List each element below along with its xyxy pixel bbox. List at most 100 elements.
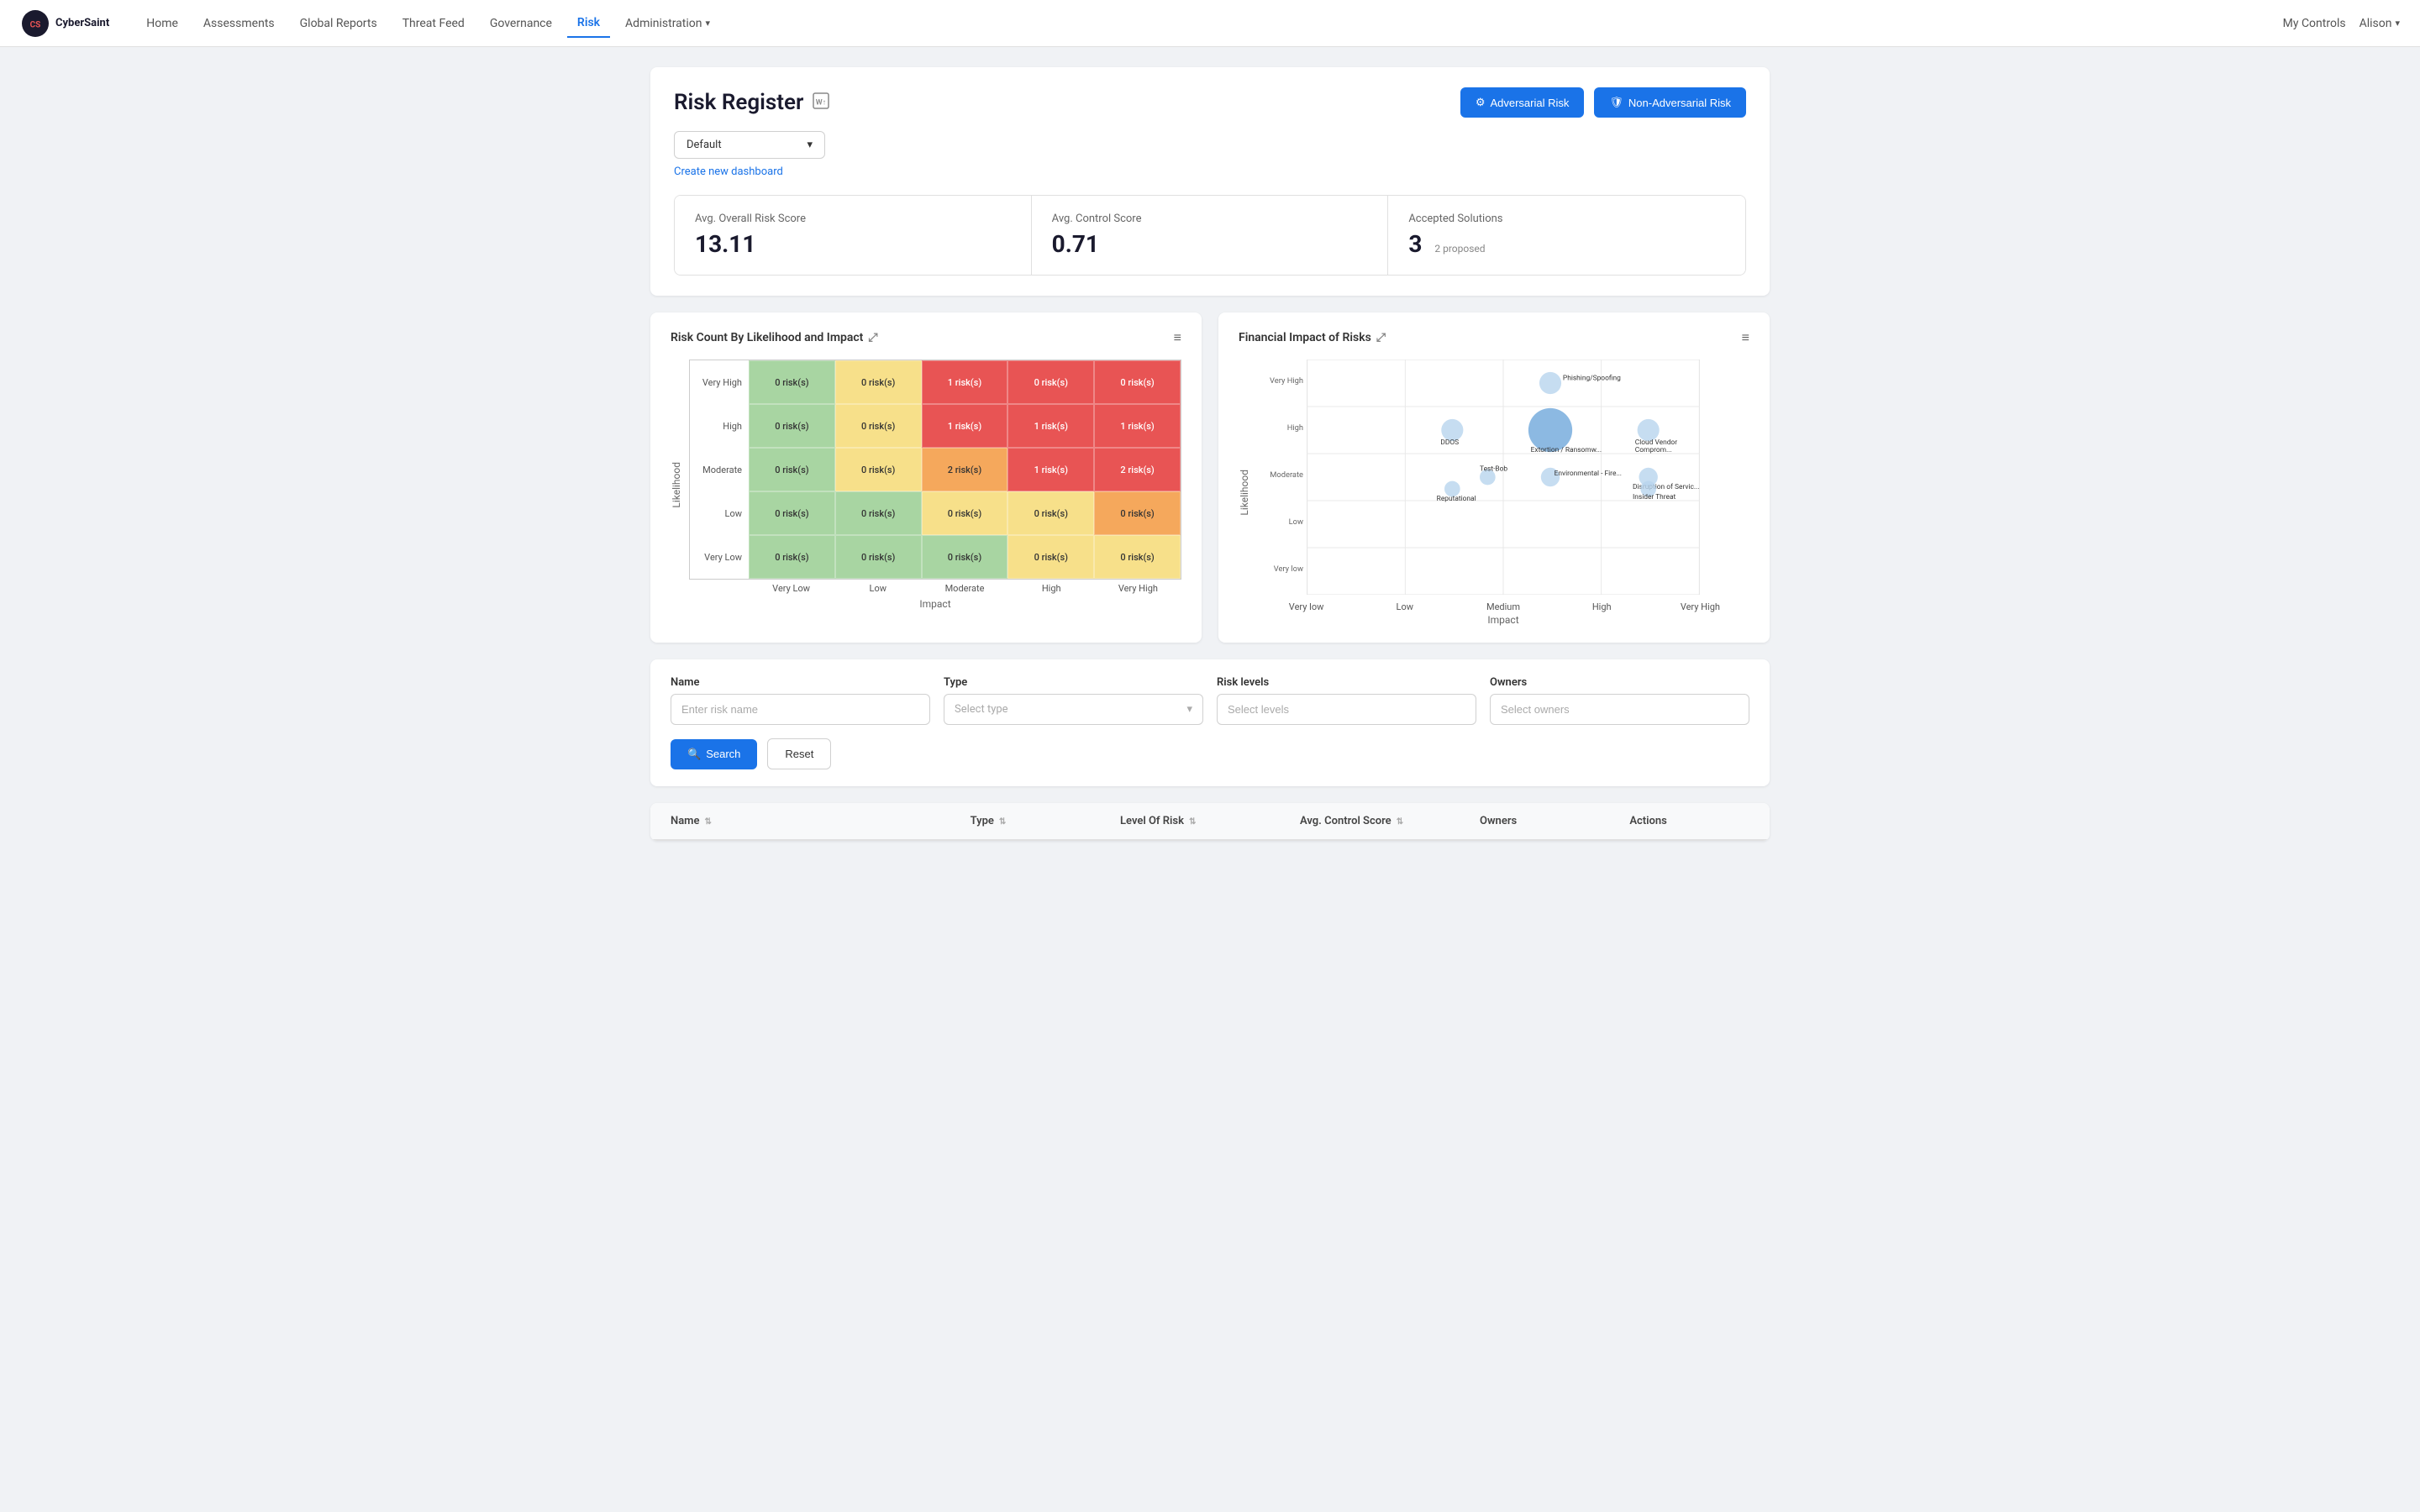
matrix-cell[interactable]: 0 risk(s) <box>835 448 922 491</box>
matrix-title: Risk Count By Likelihood and Impact ⤢ <box>671 331 878 344</box>
matrix-cell[interactable]: 1 risk(s) <box>1007 404 1094 448</box>
dashboard-dropdown[interactable]: Default ▾ <box>674 131 825 159</box>
matrix-cell[interactable]: 1 risk(s) <box>1007 448 1094 491</box>
nav-right: My Controls Alison ▾ <box>2283 17 2400 30</box>
create-dashboard-link[interactable]: Create new dashboard <box>674 165 783 178</box>
financial-expand-icon[interactable]: ⤢ <box>1376 331 1386 344</box>
matrix-cell[interactable]: 1 risk(s) <box>922 404 1008 448</box>
matrix-cell[interactable]: 0 risk(s) <box>835 360 922 404</box>
financial-y-label: Likelihood <box>1239 470 1250 516</box>
owners-input[interactable] <box>1490 694 1749 725</box>
filter-type-label: Type <box>944 676 1203 689</box>
matrix-col-label: Very Low <box>748 583 834 595</box>
svg-text:Very low: Very low <box>1274 564 1303 574</box>
risk-name-input[interactable] <box>671 694 930 725</box>
stat-control-score: Avg. Control Score 0.71 <box>1032 196 1389 275</box>
svg-text:Insider Threat: Insider Threat <box>1633 493 1676 501</box>
matrix-expand-icon[interactable]: ⤢ <box>868 331 877 344</box>
matrix-cell[interactable]: 0 risk(s) <box>749 491 835 535</box>
col-type[interactable]: Type <box>971 815 1120 827</box>
filter-owners-label: Owners <box>1490 676 1749 689</box>
nav-links: Home Assessments Global Reports Threat F… <box>136 9 2282 38</box>
col-level[interactable]: Level Of Risk <box>1120 815 1300 827</box>
adversarial-risk-button[interactable]: ⚙ Adversarial Risk <box>1460 87 1585 118</box>
stat-accepted-value: 3 2 proposed <box>1408 230 1725 258</box>
matrix-cell[interactable]: 0 risk(s) <box>1094 360 1181 404</box>
brand-name: CyberSaint <box>55 17 109 29</box>
svg-text:W↑: W↑ <box>816 98 826 107</box>
matrix-cell[interactable]: 2 risk(s) <box>922 448 1008 491</box>
nav-user[interactable]: Alison ▾ <box>2360 17 2400 30</box>
charts-row: Risk Count By Likelihood and Impact ⤢ ≡ … <box>650 312 1770 643</box>
nav-my-controls[interactable]: My Controls <box>2283 17 2346 30</box>
matrix-cell[interactable]: 0 risk(s) <box>749 535 835 579</box>
matrix-cell[interactable]: 0 risk(s) <box>749 360 835 404</box>
risk-matrix-card: Risk Count By Likelihood and Impact ⤢ ≡ … <box>650 312 1202 643</box>
matrix-col-label: Very High <box>1095 583 1181 595</box>
matrix-cell[interactable]: 0 risk(s) <box>1094 535 1181 579</box>
svg-text:CS: CS <box>30 20 41 29</box>
brand[interactable]: CS CyberSaint <box>20 8 109 39</box>
svg-text:High: High <box>1287 423 1303 433</box>
sort-level-icon[interactable] <box>1189 816 1196 827</box>
filter-type-group: Type Select type ▾ <box>944 676 1203 725</box>
matrix-cell[interactable]: 0 risk(s) <box>835 491 922 535</box>
nav-threat-feed[interactable]: Threat Feed <box>392 10 475 37</box>
matrix-cell[interactable]: 0 risk(s) <box>1094 491 1181 535</box>
svg-text:Moderate: Moderate <box>1270 470 1303 480</box>
risk-level-input[interactable] <box>1217 694 1476 725</box>
col-control-score[interactable]: Avg. Control Score <box>1300 815 1480 827</box>
svg-text:Test-Bob: Test-Bob <box>1480 465 1507 474</box>
matrix-cell[interactable]: 0 risk(s) <box>1007 360 1094 404</box>
matrix-cell[interactable]: 1 risk(s) <box>922 360 1008 404</box>
svg-text:Reputational: Reputational <box>1437 495 1476 503</box>
matrix-cell[interactable]: 0 risk(s) <box>749 448 835 491</box>
col-owners[interactable]: Owners <box>1480 815 1629 827</box>
financial-menu-icon[interactable]: ≡ <box>1742 329 1749 346</box>
matrix-cell[interactable]: 0 risk(s) <box>835 404 922 448</box>
stat-accepted-label: Accepted Solutions <box>1408 213 1725 225</box>
sort-name-icon[interactable] <box>704 816 711 827</box>
navbar: CS CyberSaint Home Assessments Global Re… <box>0 0 2420 47</box>
filter-grid: Name Type Select type ▾ Risk levels Owne… <box>671 676 1749 725</box>
matrix-col-label: Moderate <box>921 583 1007 595</box>
stat-overall-risk: Avg. Overall Risk Score 13.11 <box>675 196 1032 275</box>
matrix-cell[interactable]: 2 risk(s) <box>1094 448 1181 491</box>
filter-name-label: Name <box>671 676 930 689</box>
nav-assessments[interactable]: Assessments <box>193 10 285 37</box>
svg-text:DDOS: DDOS <box>1440 438 1459 447</box>
adversarial-icon: ⚙ <box>1476 96 1486 109</box>
nav-governance[interactable]: Governance <box>480 10 562 37</box>
stats-row: Avg. Overall Risk Score 13.11 Avg. Contr… <box>674 195 1746 276</box>
matrix-menu-icon[interactable]: ≡ <box>1174 329 1181 346</box>
sort-control-icon[interactable] <box>1397 816 1403 827</box>
nav-home[interactable]: Home <box>136 10 188 37</box>
sort-type-icon[interactable] <box>999 816 1006 827</box>
matrix-row-label: Very Low <box>690 535 749 579</box>
nav-risk[interactable]: Risk <box>567 9 610 38</box>
matrix-cell[interactable]: 0 risk(s) <box>1007 491 1094 535</box>
matrix-cell[interactable]: 0 risk(s) <box>922 535 1008 579</box>
matrix-cell[interactable]: 0 risk(s) <box>922 491 1008 535</box>
page-header: Risk Register W↑ ⚙ Adversarial Risk 🛡 No… <box>650 67 1770 296</box>
matrix-cell[interactable]: 0 risk(s) <box>749 404 835 448</box>
matrix-cell[interactable]: 0 risk(s) <box>835 535 922 579</box>
col-name[interactable]: Name <box>671 815 971 827</box>
export-icon[interactable]: W↑ <box>812 92 830 114</box>
svg-text:Extortion / Ransomw...: Extortion / Ransomw... <box>1531 446 1602 454</box>
nav-administration[interactable]: Administration ▾ <box>615 10 720 37</box>
matrix-row-label: Very High <box>690 360 749 404</box>
page-title: Risk Register W↑ <box>674 90 830 115</box>
nav-global-reports[interactable]: Global Reports <box>290 10 387 37</box>
header-buttons: ⚙ Adversarial Risk 🛡 Non-Adversarial Ris… <box>1460 87 1746 118</box>
matrix-chart-header: Risk Count By Likelihood and Impact ⤢ ≡ <box>671 329 1181 346</box>
matrix-cell[interactable]: 1 risk(s) <box>1094 404 1181 448</box>
matrix-x-labels: Very LowLowModerateHighVery High <box>689 583 1181 595</box>
search-button[interactable]: 🔍 Search <box>671 739 757 769</box>
reset-button[interactable]: Reset <box>767 738 831 769</box>
financial-bubble-chart: Very High High Moderate Low Very low Phi… <box>1257 360 1749 595</box>
matrix-cell[interactable]: 0 risk(s) <box>1007 535 1094 579</box>
type-select[interactable]: Select type ▾ <box>944 694 1203 725</box>
matrix-y-label: Likelihood <box>671 462 682 508</box>
non-adversarial-risk-button[interactable]: 🛡 Non-Adversarial Risk <box>1594 87 1746 118</box>
